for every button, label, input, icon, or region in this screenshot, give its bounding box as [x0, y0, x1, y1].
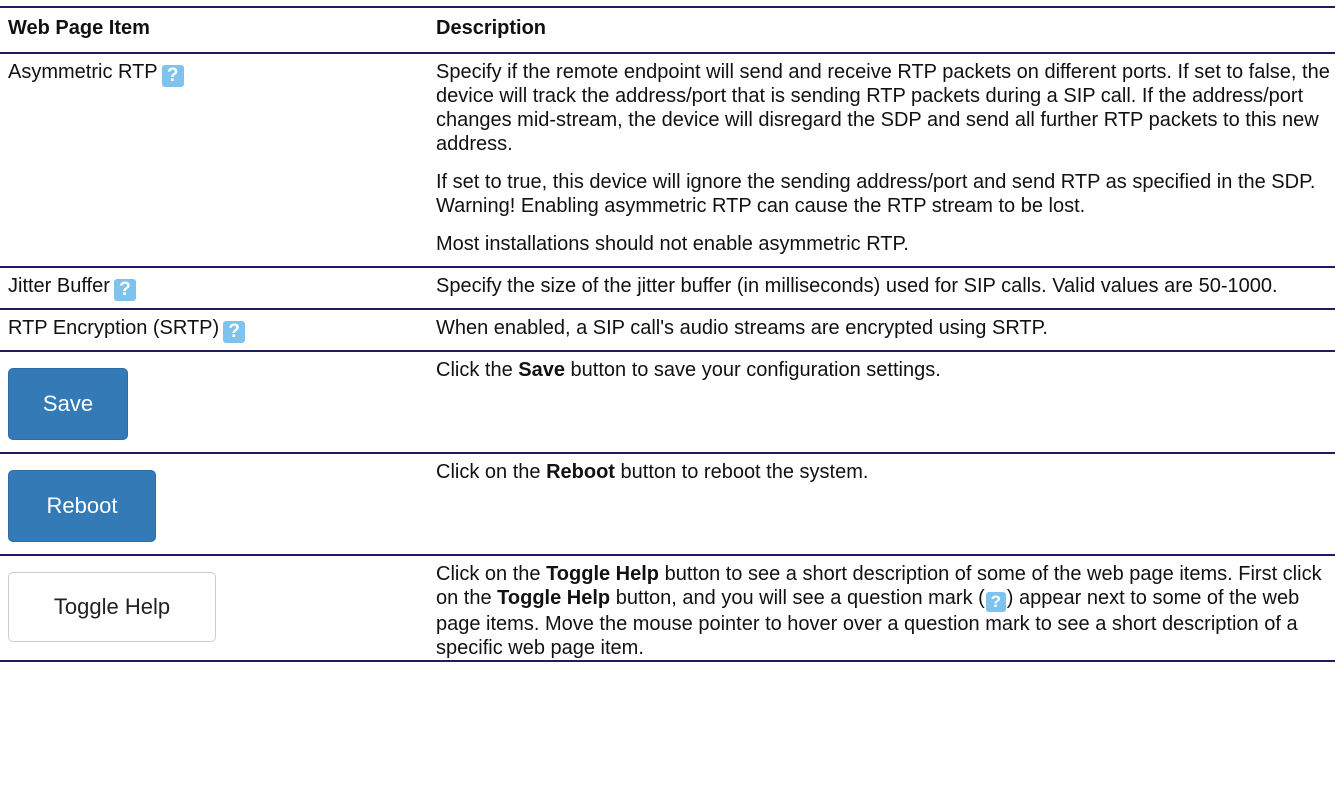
description-text: button to save your configuration settin…: [564, 359, 941, 381]
item-cell: RTP Encryption (SRTP)?: [0, 309, 428, 351]
web-page-item-table: Web Page Item Description Asymmetric RTP…: [0, 6, 1335, 662]
item-cell: Jitter Buffer?: [0, 267, 428, 309]
description-cell: Click on the Reboot button to reboot the…: [428, 453, 1335, 555]
item-cell: Reboot: [0, 453, 428, 555]
item-label: RTP Encryption (SRTP): [8, 317, 220, 339]
description-cell: Click the Save button to save your confi…: [428, 351, 1335, 453]
description-text: button, and you will see a question mark…: [610, 587, 985, 609]
table-row-rtp-encryption: RTP Encryption (SRTP)? When enabled, a S…: [0, 309, 1335, 351]
question-mark-icon[interactable]: ?: [113, 279, 136, 301]
question-mark-icon[interactable]: ?: [223, 321, 246, 343]
description-paragraph: Specify if the remote endpoint will send…: [436, 61, 1330, 155]
description-cell: When enabled, a SIP call's audio streams…: [428, 309, 1335, 351]
table-row-reboot: Reboot Click on the Reboot button to reb…: [0, 453, 1335, 555]
item-cell: Toggle Help: [0, 555, 428, 661]
description-cell: Specify the size of the jitter buffer (i…: [428, 267, 1335, 309]
question-mark-icon[interactable]: ?: [161, 65, 184, 87]
description-bold: Toggle Help: [546, 563, 660, 585]
description-text: Click on the: [436, 563, 547, 585]
description-bold: Reboot: [546, 461, 615, 483]
table-row-toggle-help: Toggle Help Click on the Toggle Help but…: [0, 555, 1335, 661]
column-header-item: Web Page Item: [8, 17, 150, 39]
description-paragraph: Most installations should not enable asy…: [436, 233, 909, 255]
question-mark-icon: ?: [985, 592, 1006, 612]
description-cell: Specify if the remote endpoint will send…: [428, 53, 1335, 267]
description-text: Click on the: [436, 461, 547, 483]
item-label: Asymmetric RTP: [8, 61, 158, 83]
description-text: button to reboot the system.: [614, 461, 869, 483]
item-label: Jitter Buffer: [8, 275, 110, 297]
description-bold: Toggle Help: [497, 587, 611, 609]
description-text: Click the: [436, 359, 519, 381]
save-button[interactable]: Save: [8, 368, 128, 440]
description-cell: Click on the Toggle Help button to see a…: [428, 555, 1335, 661]
description-paragraph: If set to true, this device will ignore …: [436, 171, 1316, 217]
description-paragraph: When enabled, a SIP call's audio streams…: [436, 317, 1048, 339]
description-paragraph: Specify the size of the jitter buffer (i…: [436, 275, 1278, 297]
table-header-row: Web Page Item Description: [0, 7, 1335, 53]
reboot-button[interactable]: Reboot: [8, 470, 156, 542]
toggle-help-button[interactable]: Toggle Help: [8, 572, 216, 642]
table-row-asymmetric-rtp: Asymmetric RTP? Specify if the remote en…: [0, 53, 1335, 267]
table-row-jitter-buffer: Jitter Buffer? Specify the size of the j…: [0, 267, 1335, 309]
description-bold: Save: [518, 359, 565, 381]
item-cell: Save: [0, 351, 428, 453]
item-cell: Asymmetric RTP?: [0, 53, 428, 267]
column-header-description: Description: [436, 17, 547, 39]
table-row-save: Save Click the Save button to save your …: [0, 351, 1335, 453]
